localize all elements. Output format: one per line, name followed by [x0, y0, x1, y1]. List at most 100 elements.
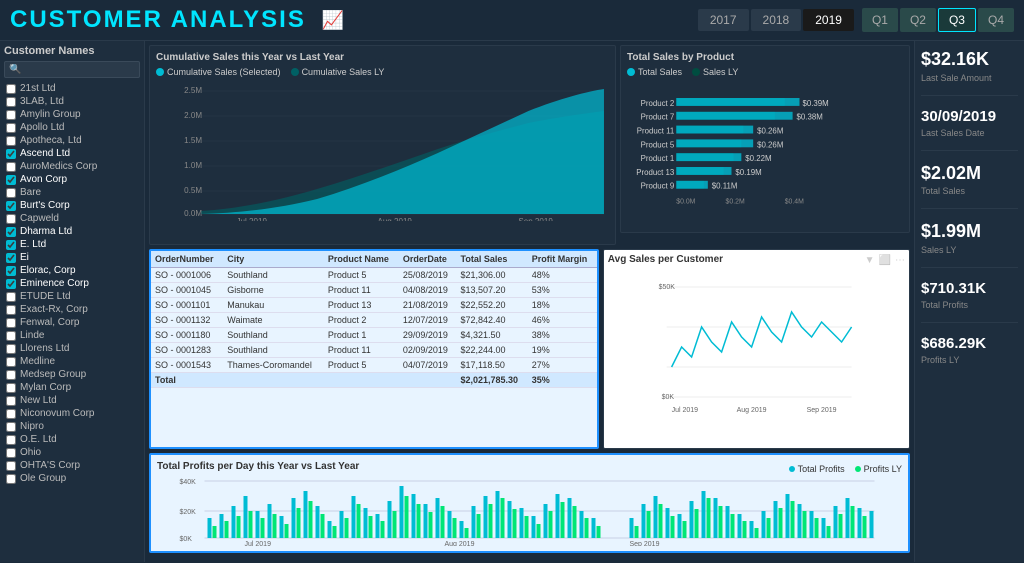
table-row[interactable]: SO - 0001180SouthlandProduct 129/09/2019…: [151, 328, 597, 343]
customer-checkbox[interactable]: [6, 292, 16, 302]
customer-checkbox[interactable]: [6, 370, 16, 380]
customer-checkbox[interactable]: [6, 149, 16, 159]
customer-item[interactable]: Burt's Corp: [4, 199, 140, 212]
customer-item[interactable]: Ascend Ltd: [4, 147, 140, 160]
customer-item[interactable]: Ei: [4, 251, 140, 264]
year-tab-2017[interactable]: 2017: [698, 9, 749, 31]
stat-last-date-value: 30/09/2019: [921, 108, 1018, 126]
table-row[interactable]: SO - 0001283SouthlandProduct 1102/09/201…: [151, 343, 597, 358]
customer-checkbox[interactable]: [6, 84, 16, 94]
customer-checkbox[interactable]: [6, 201, 16, 211]
customer-item[interactable]: Nipro: [4, 420, 140, 433]
svg-text:$50K: $50K: [658, 284, 675, 291]
customer-item[interactable]: Llorens Ltd: [4, 342, 140, 355]
year-tab-2019[interactable]: 2019: [803, 9, 854, 31]
customer-checkbox[interactable]: [6, 448, 16, 458]
customer-checkbox[interactable]: [6, 162, 16, 172]
customer-checkbox[interactable]: [6, 409, 16, 419]
table-cell: 04/08/2019: [399, 283, 457, 298]
more-icon[interactable]: ⋯: [895, 255, 905, 266]
table-cell: $72,842.40: [457, 313, 528, 328]
stat-profits-ly-value: $686.29K: [921, 335, 1018, 353]
customer-item[interactable]: New Ltd: [4, 394, 140, 407]
table-cell: Product 1: [324, 328, 399, 343]
customer-item[interactable]: Linde: [4, 329, 140, 342]
customer-name: Medline: [20, 356, 55, 367]
search-input[interactable]: [4, 61, 140, 78]
customer-item[interactable]: Medline: [4, 355, 140, 368]
customer-item[interactable]: 21st Ltd: [4, 82, 140, 95]
profits-legend-ly: Profits LY: [855, 464, 902, 474]
expand-icon[interactable]: ⬜: [879, 255, 891, 266]
customer-item[interactable]: 3LAB, Ltd: [4, 95, 140, 108]
customer-item[interactable]: Amylin Group: [4, 108, 140, 121]
customer-checkbox[interactable]: [6, 110, 16, 120]
customer-item[interactable]: Apollo Ltd: [4, 121, 140, 134]
legend-total-sales: Total Sales: [627, 67, 682, 77]
customer-item[interactable]: Elorac, Corp: [4, 264, 140, 277]
table-row[interactable]: SO - 0001132WaimateProduct 212/07/2019$7…: [151, 313, 597, 328]
customer-item[interactable]: ETUDE Ltd: [4, 290, 140, 303]
table-row[interactable]: SO - 0001101ManukauProduct 1321/08/2019$…: [151, 298, 597, 313]
svg-text:1.0M: 1.0M: [184, 161, 202, 170]
year-tab-2018[interactable]: 2018: [751, 9, 802, 31]
customer-item[interactable]: O.E. Ltd: [4, 433, 140, 446]
customer-item[interactable]: Capweld: [4, 212, 140, 225]
quarter-tab-q3[interactable]: Q3: [938, 8, 976, 32]
stat-profits-ly-label: Profits LY: [921, 355, 1018, 365]
table-cell: 19%: [528, 343, 597, 358]
cumulative-chart-panel: Cumulative Sales this Year vs Last Year …: [149, 45, 616, 245]
customer-item[interactable]: Ole Group: [4, 472, 140, 485]
quarter-tab-q2[interactable]: Q2: [900, 8, 936, 32]
customer-item[interactable]: Dharma Ltd: [4, 225, 140, 238]
customer-checkbox[interactable]: [6, 435, 16, 445]
customer-item[interactable]: Fenwal, Corp: [4, 316, 140, 329]
customer-checkbox[interactable]: [6, 357, 16, 367]
col-city: City: [223, 251, 324, 268]
customer-item[interactable]: Eminence Corp: [4, 277, 140, 290]
table-row[interactable]: SO - 0001543Thames-CoromandelProduct 504…: [151, 358, 597, 373]
profits-legend-total: Total Profits: [789, 464, 845, 474]
customer-item[interactable]: Mylan Corp: [4, 381, 140, 394]
customer-item[interactable]: Ohio: [4, 446, 140, 459]
customer-item[interactable]: E. Ltd: [4, 238, 140, 251]
customer-checkbox[interactable]: [6, 240, 16, 250]
customer-checkbox[interactable]: [6, 136, 16, 146]
customer-checkbox[interactable]: [6, 461, 16, 471]
customer-checkbox[interactable]: [6, 396, 16, 406]
customer-item[interactable]: Apotheca, Ltd: [4, 134, 140, 147]
customer-checkbox[interactable]: [6, 97, 16, 107]
customer-item[interactable]: AuroMedics Corp: [4, 160, 140, 173]
customer-checkbox[interactable]: [6, 383, 16, 393]
customer-checkbox[interactable]: [6, 214, 16, 224]
customer-name: O.E. Ltd: [20, 434, 57, 445]
customer-item[interactable]: Exact-Rx, Corp: [4, 303, 140, 316]
table-row[interactable]: SO - 0001006SouthlandProduct 525/08/2019…: [151, 268, 597, 283]
stats-panel: $32.16K Last Sale Amount 30/09/2019 Last…: [914, 41, 1024, 562]
customer-checkbox[interactable]: [6, 318, 16, 328]
customer-item[interactable]: Bare: [4, 186, 140, 199]
customer-item[interactable]: Medsep Group: [4, 368, 140, 381]
filter-icon[interactable]: ▼: [865, 255, 875, 266]
customer-item[interactable]: Avon Corp: [4, 173, 140, 186]
customer-item[interactable]: Niconovum Corp: [4, 407, 140, 420]
customer-checkbox[interactable]: [6, 422, 16, 432]
svg-text:Jul 2019: Jul 2019: [237, 217, 268, 221]
profits-title: Total Profits per Day this Year vs Last …: [157, 461, 359, 472]
customer-checkbox[interactable]: [6, 175, 16, 185]
table-row[interactable]: SO - 0001045GisborneProduct 1104/08/2019…: [151, 283, 597, 298]
quarter-tab-q4[interactable]: Q4: [978, 8, 1014, 32]
customer-checkbox[interactable]: [6, 474, 16, 484]
customer-checkbox[interactable]: [6, 305, 16, 315]
customer-name: Medsep Group: [20, 369, 86, 380]
customer-checkbox[interactable]: [6, 188, 16, 198]
quarter-tab-q1[interactable]: Q1: [862, 8, 898, 32]
customer-checkbox[interactable]: [6, 253, 16, 263]
customer-checkbox[interactable]: [6, 227, 16, 237]
customer-checkbox[interactable]: [6, 123, 16, 133]
customer-checkbox[interactable]: [6, 279, 16, 289]
customer-checkbox[interactable]: [6, 344, 16, 354]
customer-checkbox[interactable]: [6, 266, 16, 276]
customer-checkbox[interactable]: [6, 331, 16, 341]
customer-item[interactable]: OHTA'S Corp: [4, 459, 140, 472]
